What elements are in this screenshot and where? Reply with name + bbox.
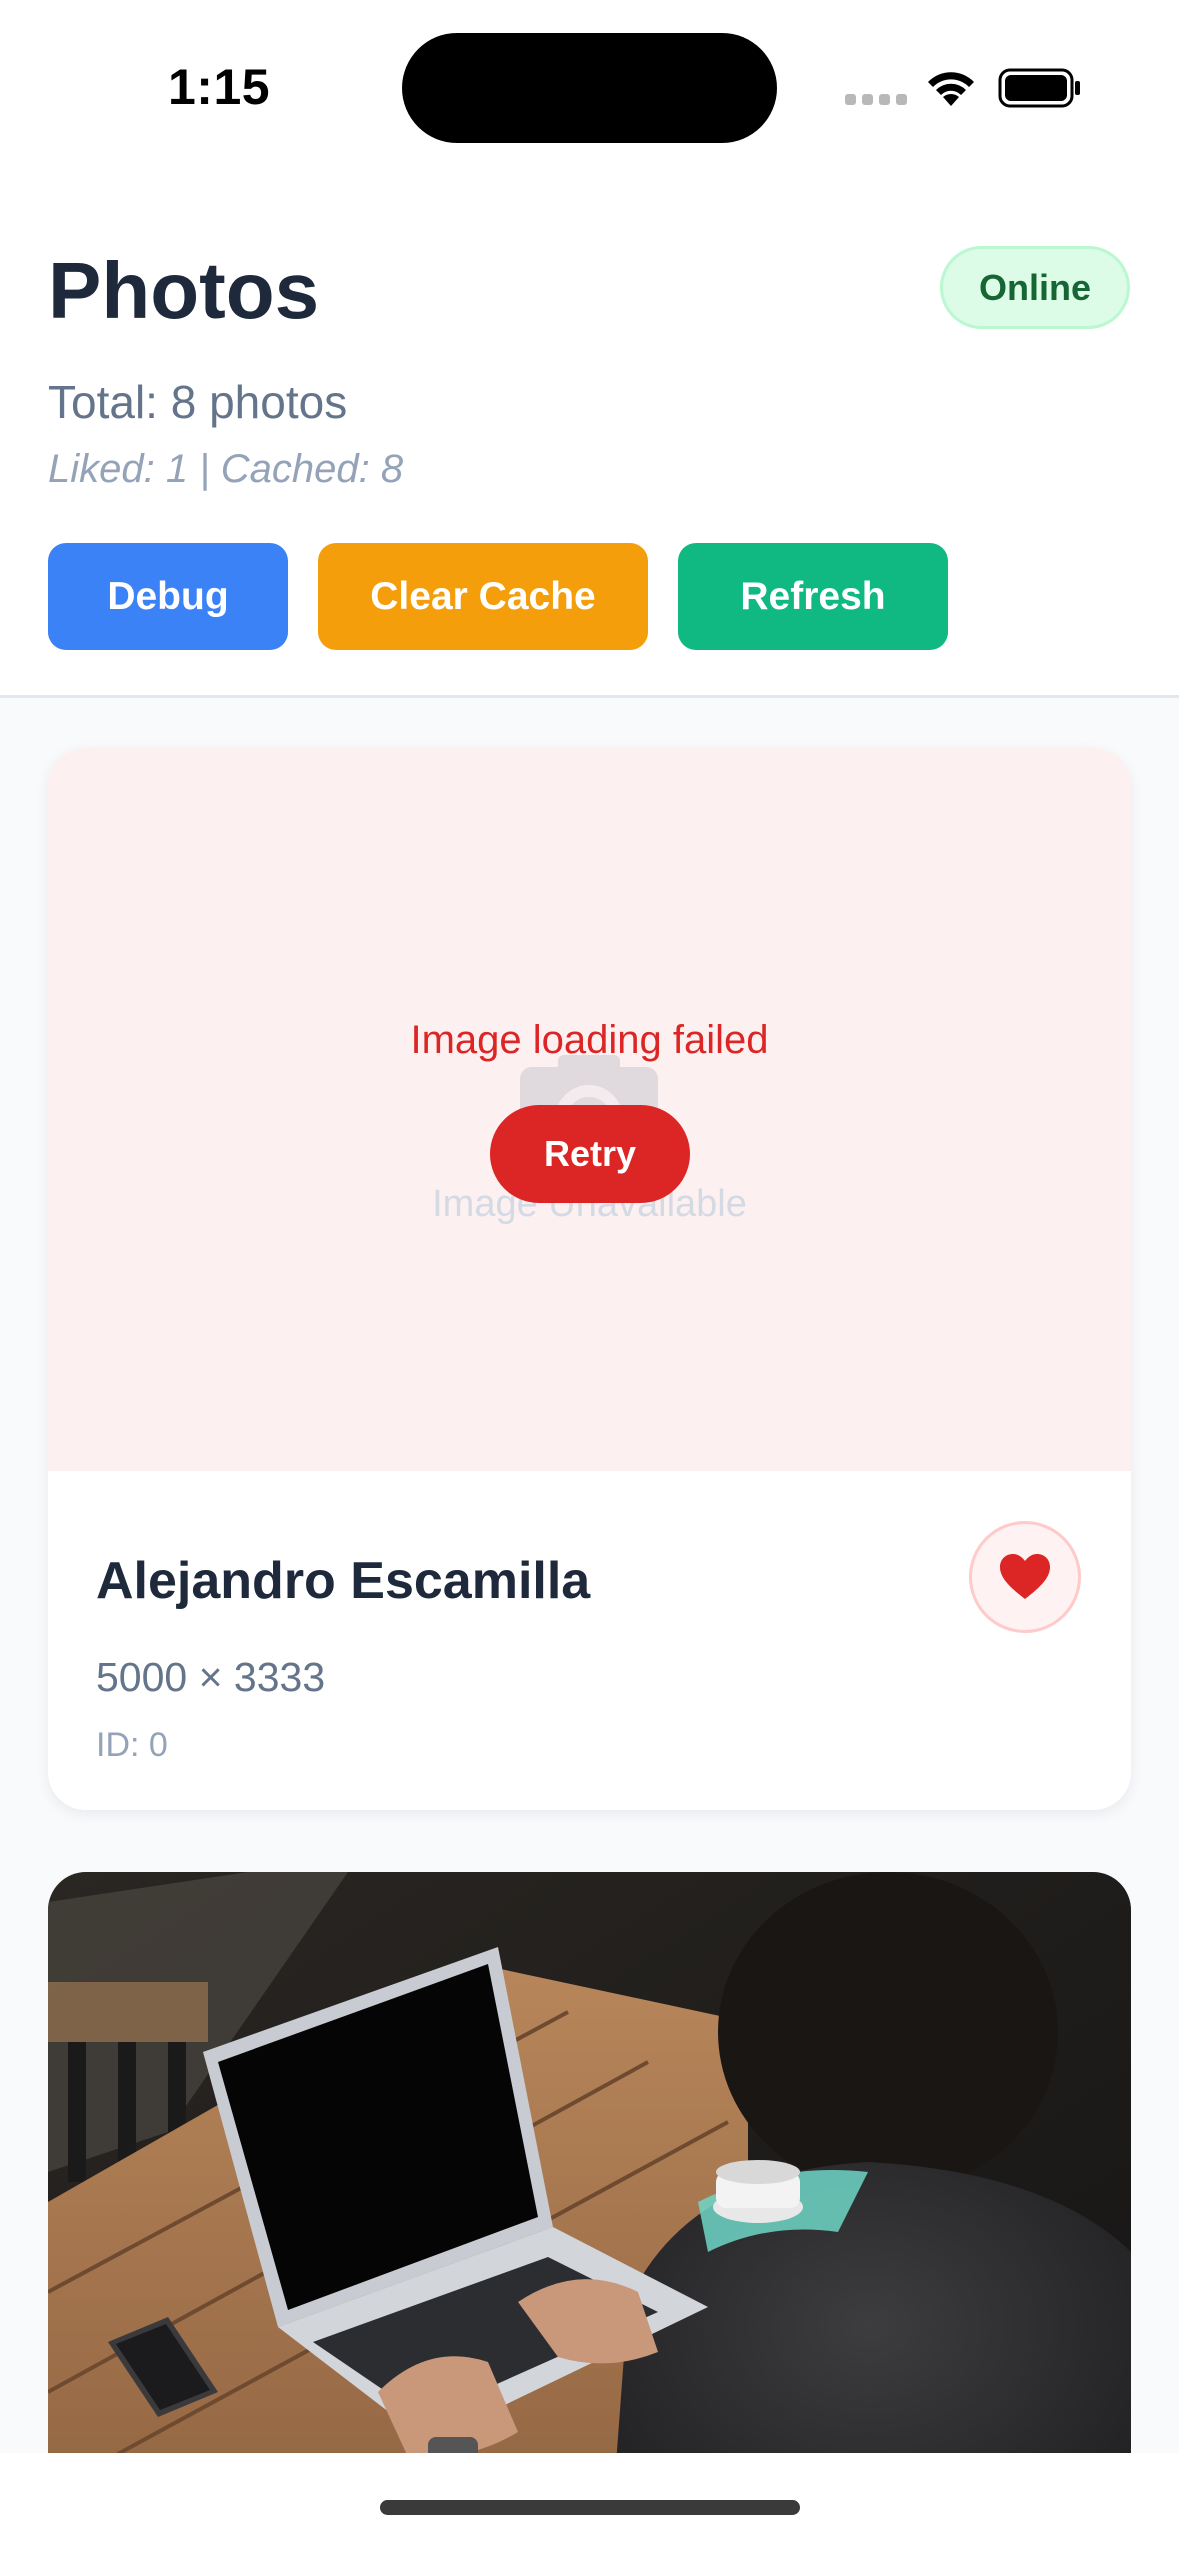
photos-header: Photos Online Total: 8 photos Liked: 1 |…	[0, 175, 1179, 698]
photo-dimensions: 5000 × 3333	[96, 1654, 326, 1700]
photo-info: Alejandro Escamilla 5000 × 3333 ID: 0	[48, 1471, 1131, 1810]
photo-card[interactable]: Image Unavailable Image loading failed R…	[48, 748, 1131, 1810]
photos-screen: 1:15 Photos Online Total: 8 photos Liked…	[0, 0, 1179, 2556]
connection-status-badge: Online	[940, 246, 1130, 329]
home-indicator-area	[0, 2453, 1179, 2556]
image-error-area: Image Unavailable Image loading failed R…	[48, 748, 1131, 1471]
retry-button[interactable]: Retry	[490, 1105, 690, 1203]
cellular-signal-icon	[845, 94, 907, 105]
page-title: Photos	[48, 246, 320, 335]
status-time: 1:15	[168, 59, 271, 115]
image-error-message: Image loading failed	[410, 1018, 769, 1062]
dynamic-island	[402, 33, 777, 143]
refresh-button[interactable]: Refresh	[678, 543, 948, 650]
like-button[interactable]	[969, 1521, 1081, 1633]
battery-icon	[998, 68, 1080, 108]
photo-id: ID: 0	[96, 1726, 168, 1764]
wifi-icon	[928, 72, 974, 106]
total-photos-count: Total: 8 photos	[48, 376, 348, 428]
photo-author: Alejandro Escamilla	[96, 1552, 591, 1610]
debug-button[interactable]: Debug	[48, 543, 288, 650]
clear-cache-button[interactable]: Clear Cache	[318, 543, 648, 650]
heart-icon	[1000, 1554, 1050, 1599]
home-indicator[interactable]	[380, 2500, 800, 2515]
status-bar: 1:15	[0, 0, 1179, 175]
liked-cached-stats: Liked: 1 | Cached: 8	[48, 447, 404, 491]
